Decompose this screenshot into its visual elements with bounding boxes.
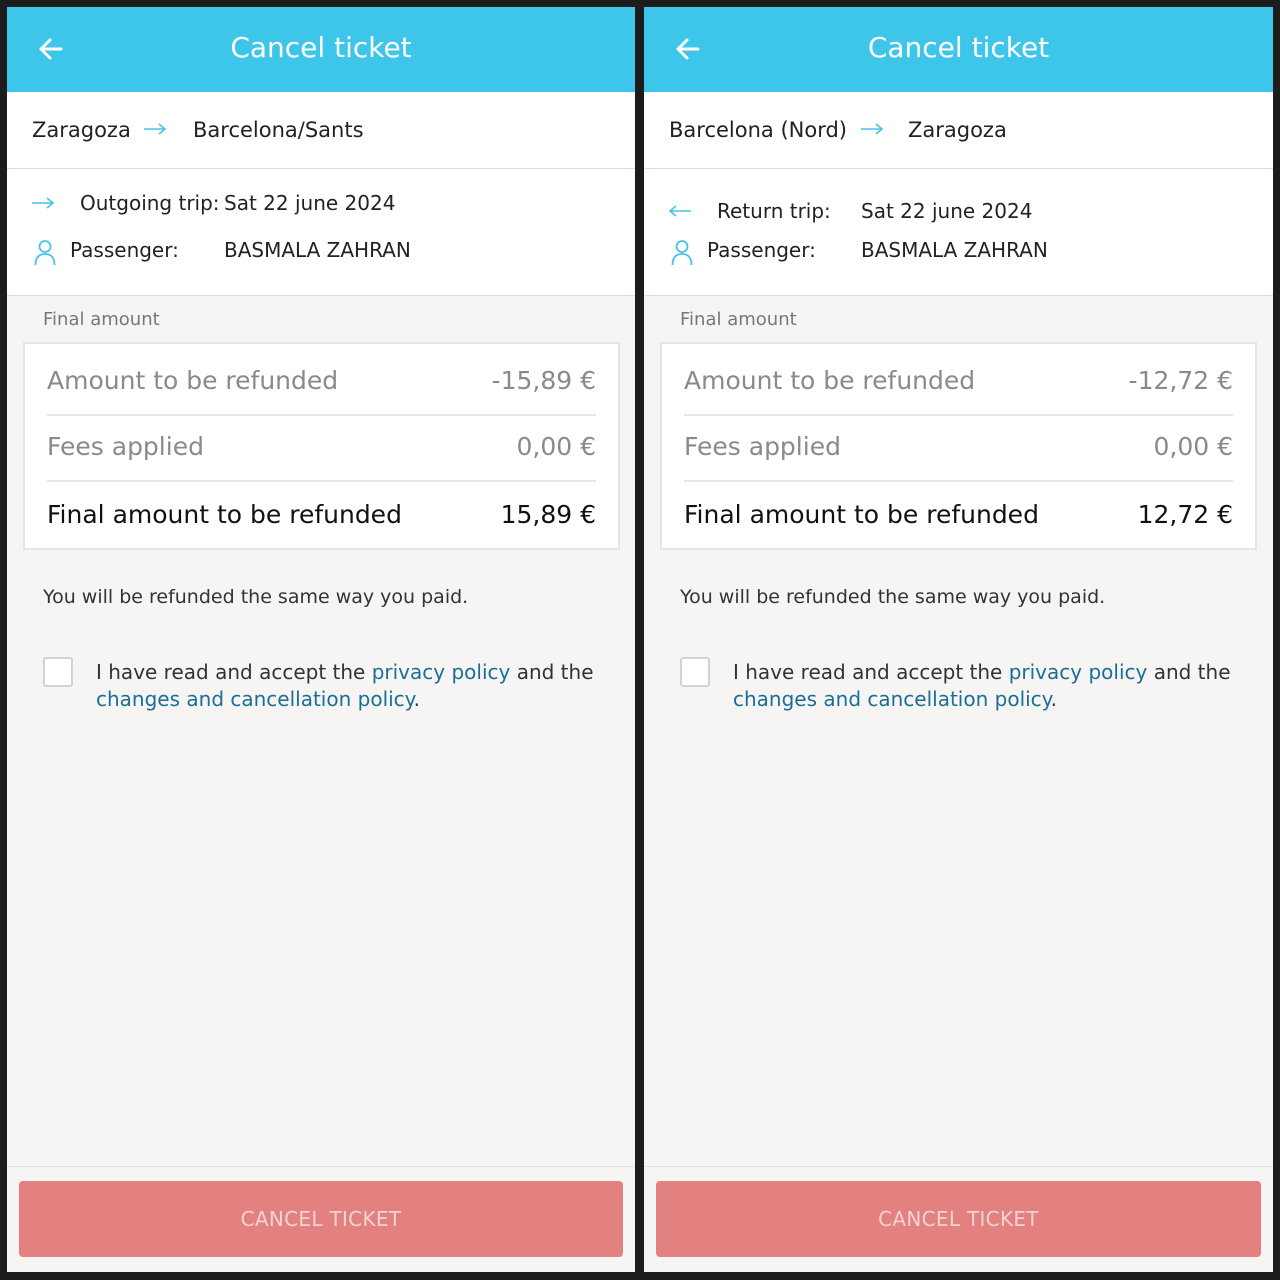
back-arrow-icon[interactable] [666,27,710,71]
accept-policy-checkbox[interactable] [43,657,73,687]
refund-note: You will be refunded the same way you pa… [43,586,469,608]
trip-date: Sat 22 june 2024 [224,191,396,215]
refund-label: Amount to be refunded [684,366,976,395]
cancellation-policy-link[interactable]: changes and cancellation policy [96,687,414,711]
final-amount-heading: Final amount [680,309,797,330]
cancel-ticket-button[interactable]: CANCEL TICKET [19,1181,623,1257]
route-origin: Zaragoza [32,118,131,142]
left-screen: Cancel ticket Zaragoza Barcelona/Sants O… [7,7,635,1272]
trip-details: Outgoing trip: Sat 22 june 2024 Passenge… [7,169,635,296]
refund-row: Amount to be refunded -15,89 € [47,348,596,416]
passenger-label: Passenger: [70,238,179,262]
privacy-policy-link[interactable]: privacy policy [372,660,511,684]
passenger-name: BASMALA ZAHRAN [861,238,1048,262]
footer: CANCEL TICKET [7,1166,635,1272]
app-bar: Cancel ticket [644,7,1273,92]
route-origin: Barcelona (Nord) [669,118,847,142]
final-row: Final amount to be refunded 15,89 € [47,482,596,548]
consent-text: I have read and accept the privacy polic… [733,659,1253,713]
trip-label: Return trip: [717,199,831,223]
route-bar: Zaragoza Barcelona/Sants [7,92,635,169]
refund-note: You will be refunded the same way you pa… [680,586,1106,608]
route-destination: Zaragoza [908,118,1007,142]
cancellation-policy-link[interactable]: changes and cancellation policy [733,687,1051,711]
trip-label: Outgoing trip: [80,191,220,215]
final-amount-heading: Final amount [43,309,160,330]
accept-policy-checkbox[interactable] [680,657,710,687]
fees-row: Fees applied 0,00 € [684,414,1233,482]
passenger-name: BASMALA ZAHRAN [224,238,411,262]
final-label: Final amount to be refunded [47,500,402,529]
consent-prefix: I have read and accept the [733,660,1009,684]
route-bar: Barcelona (Nord) Zaragoza [644,92,1273,169]
trip-date: Sat 22 june 2024 [861,199,1033,223]
consent-text: I have read and accept the privacy polic… [96,659,616,713]
back-arrow-icon[interactable] [29,27,73,71]
consent-end: . [413,687,421,711]
refund-value: -12,72 € [1128,366,1233,395]
consent-middle: and the [510,660,594,684]
fees-label: Fees applied [47,432,204,461]
route-arrow-icon [861,123,884,135]
final-row: Final amount to be refunded 12,72 € [684,482,1233,548]
refund-value: -15,89 € [491,366,596,395]
amount-summary: Amount to be refunded -15,89 € Fees appl… [23,342,620,550]
cancel-ticket-button[interactable]: CANCEL TICKET [656,1181,1261,1257]
fees-row: Fees applied 0,00 € [47,414,596,482]
final-value: 12,72 € [1137,500,1233,529]
return-arrow-icon [668,205,691,217]
fees-value: 0,00 € [516,432,596,461]
page-title: Cancel ticket [230,31,412,64]
route-arrow-icon [144,123,167,135]
route-destination: Barcelona/Sants [193,118,364,142]
trip-details: Return trip: Sat 22 june 2024 Passenger:… [644,169,1273,296]
consent-middle: and the [1147,660,1231,684]
outgoing-arrow-icon [32,197,55,209]
final-label: Final amount to be refunded [684,500,1039,529]
fees-label: Fees applied [684,432,841,461]
fees-value: 0,00 € [1153,432,1233,461]
privacy-policy-link[interactable]: privacy policy [1009,660,1148,684]
passenger-icon [671,240,693,266]
passenger-icon [34,240,56,266]
refund-label: Amount to be refunded [47,366,339,395]
consent-end: . [1050,687,1058,711]
footer: CANCEL TICKET [644,1166,1273,1272]
amount-summary: Amount to be refunded -12,72 € Fees appl… [660,342,1257,550]
refund-row: Amount to be refunded -12,72 € [684,348,1233,416]
page-title: Cancel ticket [867,31,1050,64]
right-screen: Cancel ticket Barcelona (Nord) Zaragoza … [644,7,1273,1272]
app-bar: Cancel ticket [7,7,635,92]
consent-prefix: I have read and accept the [96,660,372,684]
final-value: 15,89 € [500,500,596,529]
passenger-label: Passenger: [707,238,816,262]
